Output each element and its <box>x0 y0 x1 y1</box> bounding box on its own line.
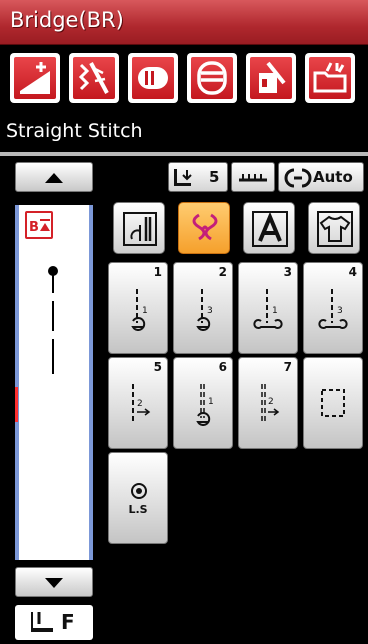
straight-stitch-left-3-icon: 3 <box>196 289 213 331</box>
stitch-button-3[interactable]: 3 1 <box>238 262 298 354</box>
svg-text:2: 2 <box>268 397 274 407</box>
svg-text:B: B <box>29 220 39 235</box>
thread-cutter-icon <box>284 168 312 188</box>
tension-up-button[interactable] <box>10 53 60 103</box>
stitch-number: 7 <box>283 360 292 374</box>
stitch-number: 1 <box>153 265 162 279</box>
stitch-button-7[interactable]: 7 2 <box>238 357 298 449</box>
list-icon <box>197 61 227 95</box>
stitch-button-1[interactable]: 1 1 <box>108 262 168 354</box>
presser-foot-letter: F <box>61 610 75 634</box>
feed-setting[interactable]: 5 <box>168 162 228 192</box>
stitch-button-6[interactable]: 6 1 <box>173 357 233 449</box>
svg-text:1: 1 <box>208 397 214 407</box>
presser-foot-indicator: F <box>15 605 93 640</box>
straight-stitch-center-icon: 1 <box>253 289 283 329</box>
straight-stitch-center-3-icon: 3 <box>318 289 348 329</box>
feed-ruler-icon <box>239 174 267 182</box>
locking-stitch-label: L.S <box>128 503 148 516</box>
straight-stitch-reverse-icon: 2 <box>132 384 151 424</box>
utility-stitch-icon <box>123 212 157 246</box>
page-title: Bridge(BR) <box>10 8 124 32</box>
svg-text:2: 2 <box>137 399 143 409</box>
stitch-button-2[interactable]: 2 3 <box>173 262 233 354</box>
arrow-down-icon <box>45 578 63 588</box>
utility-category-button[interactable] <box>113 202 165 254</box>
memory-button[interactable] <box>128 53 178 103</box>
stitch-name: Straight Stitch <box>6 120 143 142</box>
stitch-sequence-panel[interactable]: B <box>15 205 93 560</box>
triple-stitch-reverse-icon: 2 <box>261 384 280 424</box>
sequence-button[interactable] <box>69 53 119 103</box>
auto-thread-setting[interactable]: Auto <box>278 162 364 192</box>
shirt-icon <box>317 211 353 247</box>
garment-category-button[interactable] <box>308 202 360 254</box>
auto-label: Auto <box>313 168 353 186</box>
stitch-number: 5 <box>153 360 162 374</box>
alphabet-category-button[interactable] <box>243 202 295 254</box>
open-folder-icon <box>313 62 347 93</box>
stitch-button-5[interactable]: 5 2 <box>108 357 168 449</box>
length-setting[interactable] <box>231 162 275 192</box>
scroll-up-button[interactable] <box>15 162 93 192</box>
stitch-number: 6 <box>218 360 227 374</box>
stitch-number: 4 <box>348 265 357 279</box>
delete-icon <box>259 61 286 93</box>
presser-foot-icon <box>31 612 53 632</box>
sequence-icon <box>78 62 109 94</box>
decorative-stitch-icon <box>192 213 218 241</box>
straight-stitch-left-icon: 1 <box>131 289 148 331</box>
svg-text:3: 3 <box>337 306 343 316</box>
delete-button[interactable] <box>246 53 296 103</box>
title-bar: Bridge(BR) <box>0 0 368 45</box>
bridge-stitch-icon: B <box>25 211 53 239</box>
decorative-category-button[interactable] <box>178 202 230 254</box>
arrow-up-icon <box>45 173 63 183</box>
list-button[interactable] <box>187 53 237 103</box>
feed-value: 5 <box>209 168 220 186</box>
alphabet-icon <box>252 211 288 247</box>
stitch-button-4[interactable]: 4 3 <box>303 262 363 354</box>
stitch-number: 3 <box>283 265 292 279</box>
feed-dog-icon <box>174 169 192 186</box>
memory-icon <box>138 67 168 89</box>
stitch-number: 2 <box>218 265 227 279</box>
svg-text:1: 1 <box>272 306 278 316</box>
svg-text:3: 3 <box>207 306 213 316</box>
tension-up-icon <box>20 62 50 94</box>
stitch-button-8[interactable] <box>303 357 363 449</box>
triple-stitch-icon: 1 <box>196 384 214 426</box>
scroll-down-button[interactable] <box>15 567 93 597</box>
locking-stitch-icon <box>131 483 147 499</box>
open-button[interactable] <box>305 53 355 103</box>
basting-frame-icon <box>321 389 345 417</box>
position-marker <box>15 387 18 422</box>
locking-stitch-button[interactable]: L.S <box>108 452 168 544</box>
divider <box>0 152 368 156</box>
stitch-preview-icon <box>48 266 58 374</box>
svg-text:1: 1 <box>142 306 148 316</box>
